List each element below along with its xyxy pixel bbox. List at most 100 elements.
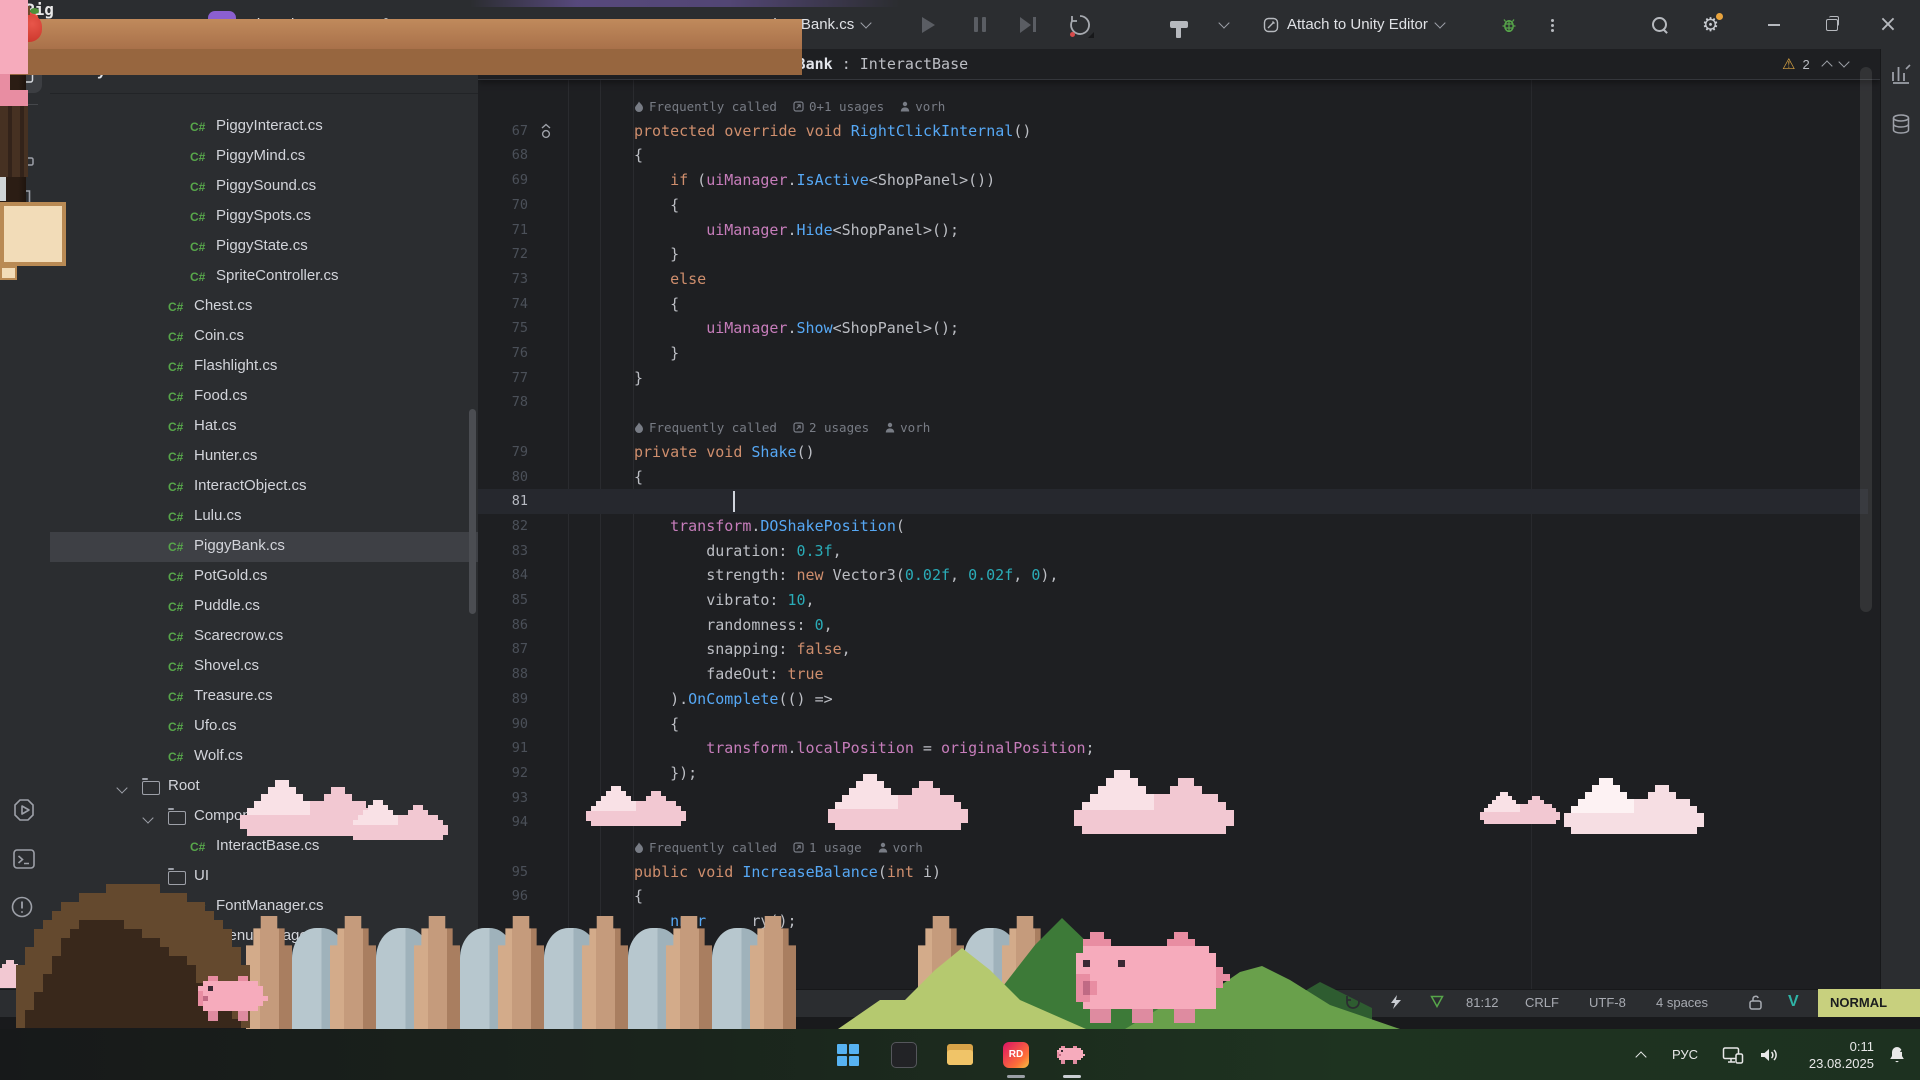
terminal-tool-button[interactable] xyxy=(12,847,36,874)
line-number: 82 xyxy=(478,514,528,539)
breadcrumb-fragment[interactable]: oje xyxy=(484,996,501,1011)
run-tool-button[interactable] xyxy=(11,797,37,826)
notifications-bell-icon[interactable]: z xyxy=(1880,1029,1914,1080)
restore-button[interactable] xyxy=(1812,0,1852,49)
code-text: private void Shake() xyxy=(634,440,815,465)
tree-file-coin[interactable]: C#Coin.cs xyxy=(50,322,478,352)
code-token xyxy=(697,443,706,461)
code-vision-annotation[interactable]: Frequently called1 usagevorh xyxy=(634,835,923,860)
code-token: localPosition xyxy=(797,739,914,757)
step-button[interactable] xyxy=(1020,0,1036,49)
minimize-button[interactable] xyxy=(1754,0,1794,49)
chevron-down-icon[interactable] xyxy=(142,812,153,823)
settings-gear-icon[interactable]: ⚙ xyxy=(1702,0,1719,49)
unity-reload-icon[interactable] xyxy=(1068,0,1092,49)
project-selector[interactable]: Dirty Piggy xyxy=(246,0,335,49)
prev-issue-icon[interactable] xyxy=(1821,60,1832,71)
tree-folder-ui[interactable]: UI xyxy=(50,862,478,892)
tree-file-ufo[interactable]: C#Ufo.cs xyxy=(50,712,478,742)
main-menu-icon[interactable]: ≡ xyxy=(54,0,72,49)
build-hammer-icon[interactable] xyxy=(1170,0,1181,49)
clock[interactable]: 0:1123.08.2025 xyxy=(1790,1029,1874,1080)
tree-file-puddle[interactable]: C#Puddle.cs xyxy=(50,592,478,622)
next-issue-icon[interactable] xyxy=(1838,56,1849,67)
tree-file-flashlight[interactable]: C#Flashlight.cs xyxy=(50,352,478,382)
code-token: < xyxy=(869,171,878,189)
tree-file-chest[interactable]: C#Chest.cs xyxy=(50,292,478,322)
tree-file-hunter[interactable]: C#Hunter.cs xyxy=(50,442,478,472)
code-token: Hide xyxy=(797,221,833,239)
code-editor[interactable]: Frequently called0+1 usagesvorh67protect… xyxy=(478,49,1880,989)
editor-scrollbar[interactable] xyxy=(1860,67,1872,612)
breadcrumb-fragment[interactable]: ank xyxy=(640,996,661,1011)
run-button[interactable] xyxy=(922,0,935,49)
back-icon[interactable]: ← xyxy=(110,0,128,49)
tree-file-piggymind[interactable]: C#PiggyMind.cs xyxy=(50,142,478,172)
chevron-down-icon[interactable] xyxy=(1218,17,1229,28)
tree-file-interactobject[interactable]: C#InteractObject.cs xyxy=(50,472,478,502)
left-tool-rail: ••• xyxy=(0,49,51,989)
code-text: fadeOut: true xyxy=(706,662,823,687)
tree-folder-components[interactable]: Components xyxy=(50,802,478,832)
tree-file-scarecrow[interactable]: C#Scarecrow.cs xyxy=(50,622,478,652)
project-tool-button[interactable] xyxy=(8,59,42,93)
structure-tool-button[interactable] xyxy=(14,146,34,169)
breadcrumb-fragment[interactable]: crip xyxy=(400,996,421,1011)
breadcrumb-fragment[interactable]: C# xyxy=(566,998,581,1012)
pig-game-taskbar-button[interactable] xyxy=(1052,1029,1092,1080)
close-button[interactable]: × xyxy=(1868,0,1908,49)
line-number: 96 xyxy=(478,884,528,909)
csharp-file-icon: C# xyxy=(190,180,205,194)
chevron-down-icon[interactable] xyxy=(116,782,127,793)
tree-file-menumanager[interactable]: C#MenuManager.cs xyxy=(50,922,478,952)
pause-button[interactable] xyxy=(972,0,988,49)
tree-file-piggyinteract[interactable]: C#PiggyInteract.cs xyxy=(50,112,478,142)
tree-file-wolf[interactable]: C#Wolf.cs xyxy=(50,742,478,772)
tree-file-treasure[interactable]: C#Treasure.cs xyxy=(50,682,478,712)
code-vision-annotation[interactable]: Frequently called0+1 usagesvorh xyxy=(634,94,945,119)
breadcrumb-fragment[interactable]: se xyxy=(322,996,336,1011)
tree-file-piggysound[interactable]: C#PiggySound.cs xyxy=(50,172,478,202)
branch-selector[interactable]: master xyxy=(382,0,466,49)
tray-expand-icon[interactable] xyxy=(1622,1029,1652,1080)
tree-file-piggyspots[interactable]: C#PiggySpots.cs xyxy=(50,202,478,232)
search-icon[interactable] xyxy=(1652,0,1667,49)
tree-folder-root[interactable]: Root xyxy=(50,772,478,802)
code-token: uiManager xyxy=(706,171,787,189)
code-text: randomness: 0, xyxy=(706,613,832,638)
tree-file-lulu[interactable]: C#Lulu.cs xyxy=(50,502,478,532)
task-view-button[interactable] xyxy=(884,1029,924,1080)
display-tray-icon[interactable] xyxy=(1716,1029,1750,1080)
tree-file-interactbase[interactable]: C#InteractBase.cs xyxy=(50,832,478,862)
keyboard-language[interactable]: РУС xyxy=(1662,1029,1708,1080)
tree-file-food[interactable]: C#Food.cs xyxy=(50,382,478,412)
line-number: 86 xyxy=(478,613,528,638)
database-tool-button[interactable] xyxy=(1890,113,1912,138)
csharp-file-icon: C# xyxy=(190,150,205,164)
problems-tool-button[interactable] xyxy=(10,895,34,922)
inspection-widget[interactable]: ⚠ 2 xyxy=(1782,55,1848,73)
debug-icon[interactable] xyxy=(1500,0,1518,49)
file-tab-selector[interactable]: C# PiggyBank.cs xyxy=(741,0,870,49)
file-explorer-button[interactable] xyxy=(940,1029,980,1080)
forward-icon: → xyxy=(160,0,178,49)
sidebar-scrollbar[interactable] xyxy=(469,409,476,614)
rider-taskbar-button[interactable]: RD xyxy=(996,1029,1036,1080)
bookmarks-tool-button[interactable] xyxy=(15,189,33,212)
start-button[interactable] xyxy=(828,1029,868,1080)
sidebar-header[interactable]: Unity xyxy=(50,49,478,94)
code-vision-annotation[interactable]: Frequently called2 usagesvorh xyxy=(634,415,930,440)
code-token: >()) xyxy=(959,171,995,189)
volume-tray-icon[interactable] xyxy=(1752,1029,1786,1080)
tree-file-potgold[interactable]: C#PotGold.cs xyxy=(50,562,478,592)
tree-file-shovel[interactable]: C#Shovel.cs xyxy=(50,652,478,682)
project-badge[interactable]: DP xyxy=(208,0,236,49)
tree-file-hat[interactable]: C#Hat.cs xyxy=(50,412,478,442)
tree-file-fontmanager[interactable]: C#FontManager.cs xyxy=(50,892,478,922)
tree-file-piggybank[interactable]: C#PiggyBank.cs xyxy=(50,532,478,562)
tree-file-spritecontroller[interactable]: C#SpriteController.cs xyxy=(50,262,478,292)
tree-file-piggystate[interactable]: C#PiggyState.cs xyxy=(50,232,478,262)
chart-tool-button[interactable] xyxy=(1890,63,1912,88)
more-tools-icon[interactable]: ••• xyxy=(12,235,31,252)
run-config-selector[interactable]: Attach to Unity Editor xyxy=(1262,0,1444,49)
